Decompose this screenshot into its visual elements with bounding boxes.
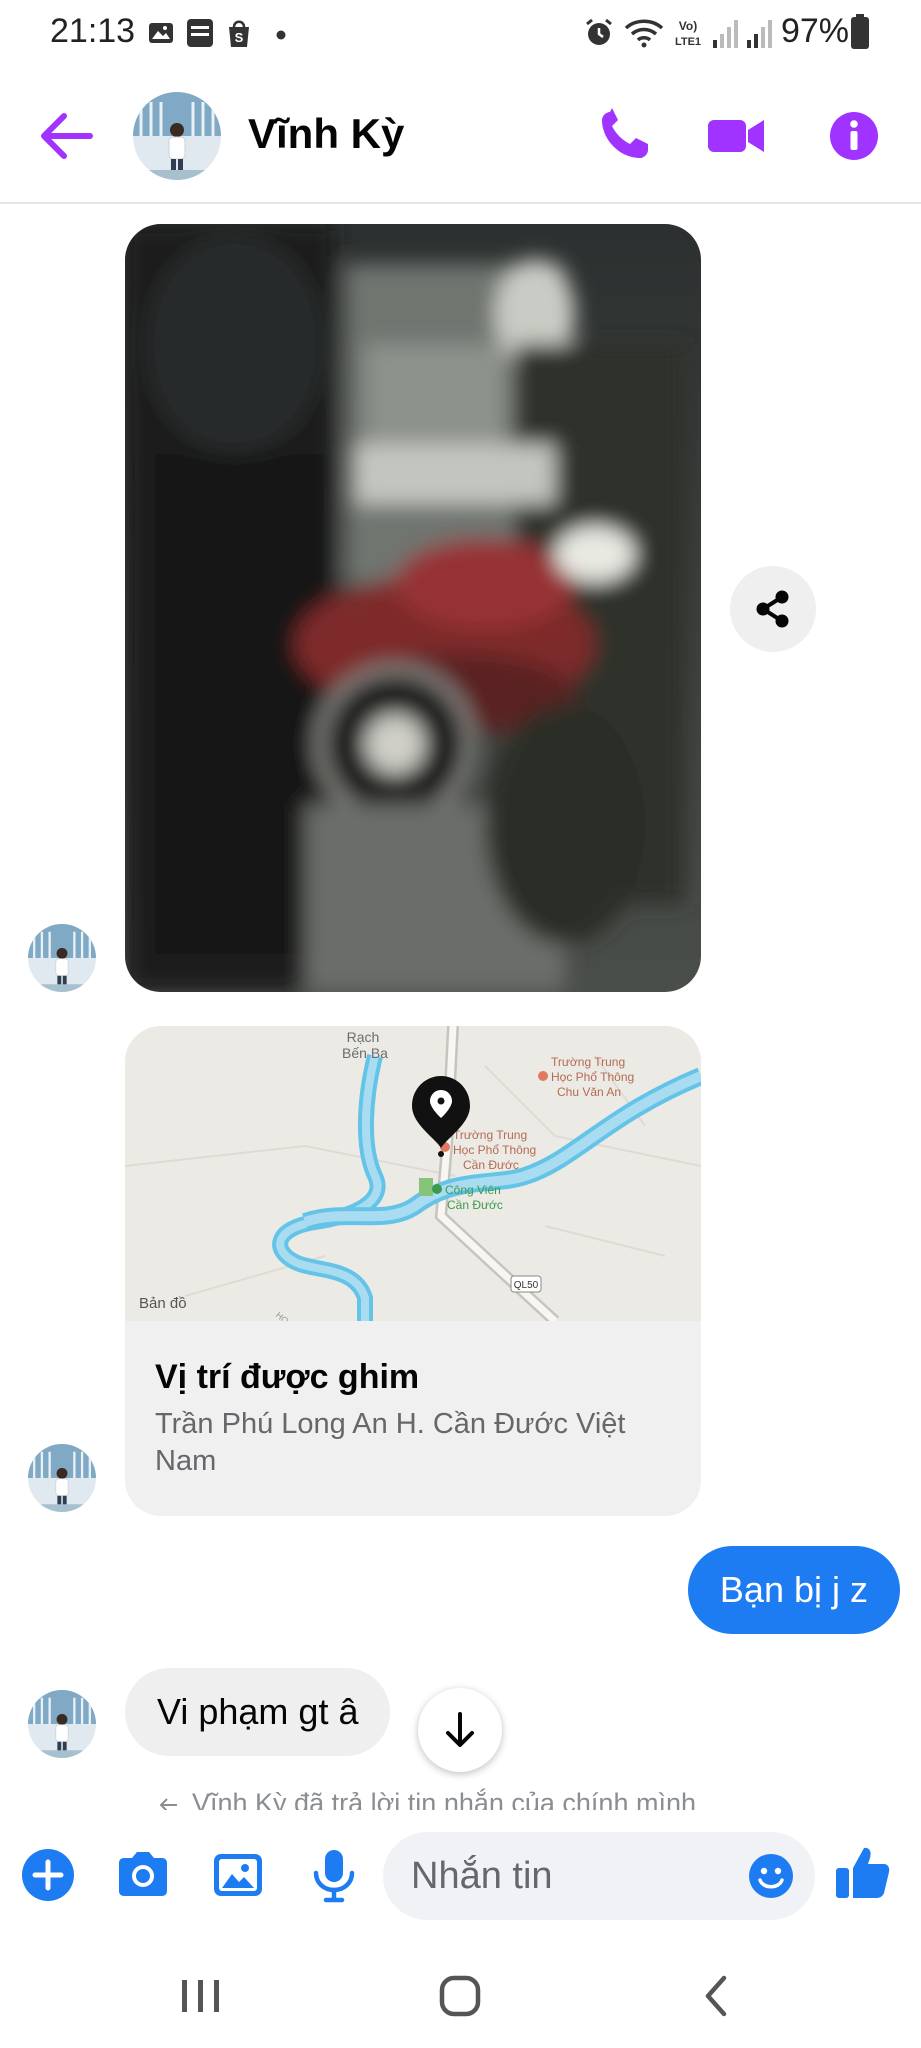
share-button[interactable] bbox=[730, 566, 816, 652]
baomoi-icon bbox=[187, 19, 213, 47]
reply-note-row: Vĩnh Kỳ đã trả lời tin nhắn của chính mì… bbox=[0, 1786, 921, 1810]
emoji-icon[interactable] bbox=[747, 1852, 795, 1900]
alarm-icon bbox=[586, 18, 612, 45]
map-label-school1-1: Trường Trung bbox=[551, 1055, 625, 1069]
plus-icon[interactable] bbox=[18, 1845, 78, 1905]
outgoing-message[interactable]: Bạn bị j z bbox=[687, 1546, 900, 1634]
sender-avatar[interactable] bbox=[28, 1444, 96, 1512]
camera-icon[interactable] bbox=[113, 1845, 173, 1905]
map-label-park-1: Công Viên bbox=[445, 1183, 501, 1197]
map-label-school2-1: Trường Trung bbox=[453, 1128, 527, 1142]
incoming-message[interactable]: Vi phạm gt â bbox=[125, 1668, 391, 1756]
status-time: 21:13 bbox=[50, 12, 136, 50]
location-address: Trần Phú Long An H. Cần Đước Việt Nam bbox=[155, 1408, 626, 1477]
gallery-icon[interactable] bbox=[208, 1845, 268, 1905]
message-list[interactable]: Rạch Bến Ba Trường Trung Học Phổ Thông C… bbox=[0, 206, 921, 1810]
sender-avatar[interactable] bbox=[28, 924, 96, 992]
map-preview[interactable]: Rạch Bến Ba Trường Trung Học Phổ Thông C… bbox=[125, 1026, 701, 1321]
location-title: Vị trí được ghim bbox=[155, 1358, 420, 1396]
photo-message[interactable] bbox=[125, 224, 701, 992]
message-input[interactable] bbox=[411, 1832, 711, 1920]
battery-percent: 97% bbox=[780, 12, 849, 50]
arrow-down-icon bbox=[446, 1712, 474, 1747]
message-input-container bbox=[383, 1832, 815, 1920]
scroll-to-bottom-button[interactable] bbox=[418, 1688, 502, 1772]
sender-avatar[interactable] bbox=[28, 1690, 96, 1758]
dot-icon bbox=[276, 30, 286, 40]
reply-icon bbox=[160, 1798, 177, 1810]
contact-avatar[interactable] bbox=[133, 92, 221, 180]
wifi-icon bbox=[624, 19, 664, 48]
home-icon[interactable] bbox=[430, 1968, 490, 2024]
signal-icon bbox=[747, 20, 772, 48]
map-label-school1-3: Chu Văn An bbox=[557, 1085, 621, 1099]
reply-note: Vĩnh Kỳ đã trả lời tin nhắn của chính mì… bbox=[192, 1788, 696, 1810]
map-label-river-1: Rạch bbox=[347, 1029, 380, 1045]
map-provider-label: Bản đồ bbox=[139, 1295, 187, 1312]
system-nav-bar bbox=[0, 1942, 921, 2048]
signal-icon bbox=[713, 20, 738, 48]
volte-icon: Vo) LTE1 bbox=[675, 19, 701, 48]
status-bar: 21:13 S Vo) LTE1 97% bbox=[0, 0, 921, 68]
map-label-school2-3: Cần Đước bbox=[463, 1158, 519, 1172]
map-label-park-2: Cần Đước bbox=[447, 1198, 503, 1212]
phone-call-icon[interactable] bbox=[590, 102, 658, 170]
microphone-icon[interactable] bbox=[304, 1845, 364, 1905]
contact-name[interactable]: Vĩnh Kỳ bbox=[248, 110, 404, 158]
share-icon bbox=[756, 590, 789, 628]
recent-apps-icon[interactable] bbox=[170, 1968, 230, 2024]
battery-icon bbox=[851, 14, 869, 49]
shopee-icon: S bbox=[229, 20, 249, 47]
thumbs-up-icon[interactable] bbox=[832, 1842, 894, 1904]
svg-text:S: S bbox=[235, 30, 244, 45]
map-label-school2-2: Học Phổ Thông bbox=[453, 1143, 536, 1157]
composer-bar bbox=[0, 1812, 921, 1942]
svg-text:Vo): Vo) bbox=[679, 19, 697, 33]
gallery-icon bbox=[149, 23, 173, 43]
info-icon[interactable] bbox=[820, 102, 888, 170]
back-arrow-icon[interactable] bbox=[36, 108, 96, 164]
svg-text:LTE1: LTE1 bbox=[675, 36, 701, 48]
video-call-icon[interactable] bbox=[706, 102, 768, 170]
map-label-river-2: Bến Ba bbox=[342, 1045, 388, 1061]
chat-header: Vĩnh Kỳ bbox=[0, 68, 921, 204]
back-nav-icon[interactable] bbox=[686, 1968, 746, 2024]
location-card[interactable]: Rạch Bến Ba Trường Trung Học Phổ Thông C… bbox=[125, 1026, 701, 1516]
map-label-school1-2: Học Phổ Thông bbox=[551, 1070, 634, 1084]
map-road-label: QL50 bbox=[514, 1280, 539, 1291]
